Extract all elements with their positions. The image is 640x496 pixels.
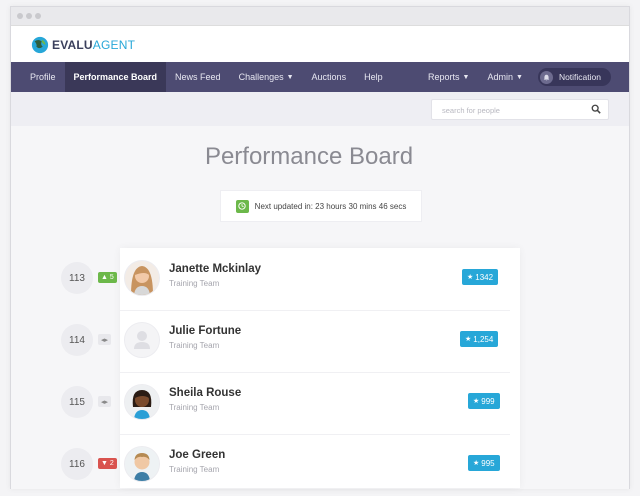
rank-change-badge: ▼ 2 (98, 458, 117, 469)
logo[interactable]: EVALUAGENT (31, 36, 135, 54)
window-dot (17, 13, 23, 19)
rank-badge: 113 (61, 262, 93, 294)
rank-change-badge: ◂▸ (98, 334, 112, 345)
score-badge: ★ 999 (468, 393, 500, 409)
notification-label: Notification (558, 72, 601, 82)
nav-profile[interactable]: Profile (11, 62, 65, 92)
team-label: Training Team (169, 465, 220, 474)
table-row[interactable]: 114 ◂▸ Julie Fortune Training Team ★ 1,25… (0, 310, 618, 372)
star-icon: ★ (465, 336, 472, 343)
rank-change-value: 5 (109, 274, 114, 281)
avatar[interactable] (124, 260, 160, 296)
caret-down-icon: ▼ (462, 73, 470, 81)
next-update-text: Next updated in: 23 hours 30 mins 46 sec… (254, 201, 407, 211)
avatar-image (125, 385, 159, 419)
logo-text-part1: EVALU (52, 38, 93, 52)
nav-label: Reports (428, 72, 460, 82)
next-update-banner: Next updated in: 23 hours 30 mins 46 sec… (220, 190, 422, 222)
score-badge: ★ 1342 (462, 269, 499, 285)
star-icon: ★ (473, 398, 480, 405)
score-value: 1342 (475, 272, 494, 282)
window-dot (26, 13, 32, 19)
person-name[interactable]: Julie Fortune (169, 325, 241, 337)
bell-icon (539, 70, 553, 84)
search-box (431, 99, 609, 120)
nav-challenges[interactable]: Challenges ▼ (230, 62, 303, 92)
notification-button[interactable]: Notification (537, 68, 611, 86)
search-row (11, 92, 629, 126)
nav-auctions[interactable]: Auctions (303, 62, 356, 92)
brand-bar: EVALUAGENT (11, 26, 629, 62)
logo-text-part2: AGENT (92, 38, 136, 52)
person-name[interactable]: Joe Green (169, 449, 225, 461)
score-badge: ★ 995 (468, 455, 500, 471)
nav-help[interactable]: Help (355, 62, 392, 92)
nav-label: Help (364, 72, 383, 82)
score-value: 995 (481, 458, 495, 468)
search-input[interactable] (432, 101, 592, 120)
nav-label: Challenges (238, 72, 284, 82)
nav-admin[interactable]: Admin ▼ (478, 62, 531, 92)
logo-text: EVALUAGENT (52, 38, 135, 52)
table-row[interactable]: 115 ◂▸ Sheila Rouse Training Team ★ 999 (0, 372, 618, 434)
nav-performance-board[interactable]: Performance Board (64, 62, 167, 92)
person-name[interactable]: Janette Mckinlay (169, 263, 261, 275)
avatar-image (125, 447, 159, 481)
nav-right: Reports ▼ Admin ▼ Notification (419, 62, 629, 92)
avatar[interactable] (124, 384, 160, 420)
nav-label: Performance Board (73, 72, 158, 82)
clock-icon (235, 199, 249, 213)
nav-news-feed[interactable]: News Feed (166, 62, 230, 92)
arrow-up-icon: ▲ (101, 274, 110, 281)
rank-change-value: 2 (109, 460, 114, 467)
nav-reports[interactable]: Reports ▼ (419, 62, 478, 92)
caret-down-icon: ▼ (286, 73, 294, 81)
score-badge: ★ 1,254 (460, 331, 499, 347)
window-chrome (11, 7, 629, 26)
star-icon: ★ (473, 460, 480, 467)
score-value: 999 (481, 396, 495, 406)
window-dot (35, 13, 41, 19)
rank-badge: 116 (61, 448, 93, 480)
rank-badge: 115 (61, 386, 93, 418)
team-label: Training Team (169, 341, 220, 350)
arrow-down-icon: ▼ (101, 460, 110, 467)
person-name[interactable]: Sheila Rouse (169, 387, 241, 399)
nav-label: Profile (30, 72, 56, 82)
nav-label: News Feed (175, 72, 221, 82)
search-icon[interactable] (591, 104, 601, 114)
rank-change-badge: ◂▸ (98, 396, 112, 407)
team-label: Training Team (169, 279, 220, 288)
avatar[interactable] (124, 322, 160, 358)
avatar[interactable] (124, 446, 160, 482)
no-change-icon: ◂▸ (101, 398, 109, 406)
rank-badge: 114 (61, 324, 93, 356)
default-avatar-icon (125, 323, 159, 357)
rank-change-badge: ▲ 5 (98, 272, 117, 283)
page-title: Performance Board (204, 143, 414, 170)
star-icon: ★ (467, 274, 474, 281)
caret-down-icon: ▼ (516, 73, 523, 81)
nav-label: Auctions (311, 72, 347, 82)
table-row[interactable]: 116 ▼ 2 Joe Green Training Team ★ 995 (0, 434, 618, 496)
avatar-image (125, 261, 159, 295)
nav-label: Admin (487, 72, 513, 82)
table-row[interactable]: 113 ▲ 5 Janette Mckinlay Training Team ★… (0, 248, 618, 310)
score-value: 1,254 (473, 334, 494, 344)
no-change-icon: ◂▸ (101, 336, 109, 344)
globe-logo-icon (31, 36, 49, 54)
main-nav: Profile Performance Board News Feed Chal… (11, 62, 629, 92)
team-label: Training Team (169, 403, 220, 412)
